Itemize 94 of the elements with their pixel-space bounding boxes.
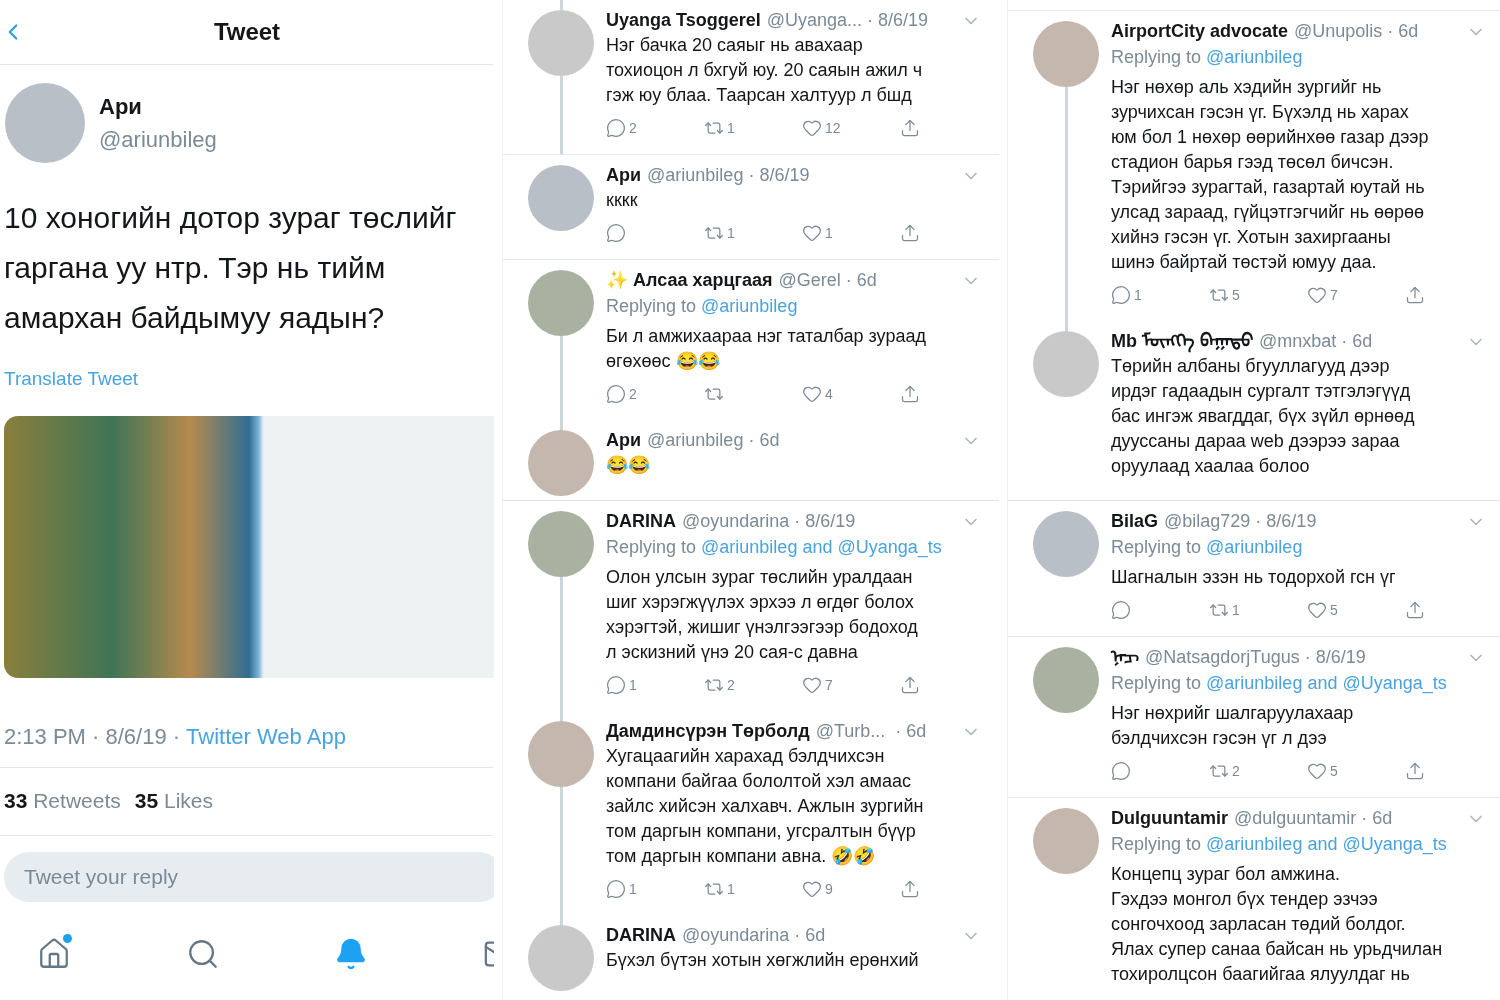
like-icon[interactable] [802, 675, 822, 695]
reply-text: Нэг бачка 20 саяыг нь авахаар тохиоцон л бхгуй юу. 20 саяын ажил ч гэж юу блаа. Таарсан халтуур л бшд [606, 34, 924, 107]
like-count: 9 [825, 879, 833, 899]
replying-label: Replying to [606, 536, 697, 559]
handle-time: @Uyanga... · 8/6/19 [766, 9, 929, 32]
handle-time: @NatsagdorjTugus · 8/6/19 [1145, 646, 1366, 669]
reply-icon[interactable] [1111, 761, 1131, 781]
retweet-count: 1 [727, 118, 735, 138]
like-count: 4 [825, 384, 833, 404]
reply-count: 1 [629, 879, 637, 899]
user-name[interactable]: ✨ Алсаа харцгаая [606, 267, 773, 294]
reply-icon[interactable] [606, 384, 626, 404]
stat-count[interactable]: 35 Likes [134, 785, 213, 817]
retweet-count: 5 [1232, 285, 1240, 305]
reply-text: Бүхэл бүтэн хотын хөгжлийн ерөнхий [606, 949, 920, 972]
replying-label: Replying to [1111, 46, 1202, 69]
share-icon[interactable] [900, 223, 920, 243]
user-name[interactable]: Dulguuntamir [1111, 805, 1228, 832]
tweet-text: 10 хоногийн дотор зураг төслийг гаргана уу нтр. Тэр нь тийм амархан байдымуу яадын? [3, 200, 458, 336]
like-icon[interactable] [802, 223, 822, 243]
share-icon[interactable] [900, 879, 920, 899]
user-name[interactable]: DARINA [606, 922, 676, 949]
like-icon[interactable] [1307, 600, 1327, 620]
share-icon[interactable] [900, 118, 920, 138]
handle-time: @Turb... · 6d [815, 720, 927, 743]
retweet-count: 1 [1232, 600, 1240, 620]
user-name[interactable]: Мb ᠮᠥᠩᠬᠡ ᠪᠠᠭᠠᠲᠤ [1111, 328, 1253, 355]
reply-text: Шагналын эзэн нь тодорхой гсн үг [1111, 566, 1397, 589]
share-icon[interactable] [900, 675, 920, 695]
user-name[interactable]: BilaG [1111, 508, 1158, 535]
like-count: 5 [1330, 761, 1338, 781]
user-name[interactable]: Дамдинсүрэн Төрболд [606, 718, 810, 745]
reply-text: Нэг нөхрийг шалгаруулахаар бэлдчихсэн гэсэн үг л дээ [1111, 702, 1355, 750]
like-icon[interactable] [802, 384, 822, 404]
reply-text: Нэг нөхөр аль хэдийн зургийг нь зурчихсан гэсэн үг. Бүхэлд нь харах юм бол 1 нөхөр өөрийнхөө газар дээр стадион барья гээд төсөл бичсэн. Тэрийгээ зурагтай, газартай юутай нь улсад зараад, гүйцэтгэгчийг нь өөрөө хийнэ гэсэн үг. Хотын захиргааны шинэ байртай төстэй юмуу даа. [1111, 76, 1430, 274]
user-name[interactable]: Ари [606, 427, 642, 454]
like-icon[interactable] [1307, 761, 1327, 781]
retweet-count: 1 [727, 879, 735, 899]
replying-label: Replying to [606, 295, 697, 318]
handle-time: @oyundarina · 6d [682, 924, 826, 947]
reply-icon[interactable] [1111, 600, 1131, 620]
reply-count: 1 [1134, 285, 1142, 305]
like-count: 7 [825, 675, 833, 695]
reply-text: Олон улсын зураг төслийн уралдаан шиг хэрэгжүүлэх эрхээ л өгдөг болох хэрэгтэй, жишиг үнэлгээгээр бодоход л эскизний үнэ 20 сая-с давна [606, 566, 919, 664]
replying-label: Replying to [1111, 672, 1202, 695]
like-count: 1 [825, 223, 833, 243]
retweet-count: 1 [727, 223, 735, 243]
reply-text: Концепц зураг бол амжина. Гэхдээ монгол бүх тендер эзчээ сонгочхоод зарласан төдий болдог. Ялах супер санаа байсан нь урьдчилан тохиролцсон баагийгаа ялуулдаг нь [1111, 863, 1444, 986]
like-icon[interactable] [802, 118, 822, 138]
like-icon[interactable] [1307, 285, 1327, 305]
reply-text: кккк [606, 189, 639, 212]
user-name[interactable]: AirportCity advocate [1111, 18, 1289, 45]
reply-icon[interactable] [606, 675, 626, 695]
reply-icon[interactable] [606, 223, 626, 243]
header-title: Tweet [213, 17, 281, 47]
like-count: 7 [1330, 285, 1338, 305]
user-name[interactable]: Ари [606, 162, 642, 189]
reply-text: Төрийн албаны бгууллагууд дээр ирдэг гадаадын сургалт тэтгэлэгүүд бас ингэж явагддаг, бүх зүйл өрнөөд дууссаны дараа web дээрээ зараа оруулаад хаалаа болоо [1111, 355, 1416, 478]
handle-time: @oyundarina · 8/6/19 [682, 510, 856, 533]
retweet-count: 2 [1232, 761, 1240, 781]
reply-count: 2 [629, 384, 637, 404]
replying-label: Replying to [1111, 536, 1202, 559]
author-handle: @ariunbileg [99, 126, 217, 154]
handle-time: @Gerel · 6d [778, 269, 877, 292]
retweet-count: 2 [727, 675, 735, 695]
reply-count: 2 [629, 118, 637, 138]
reply-icon[interactable] [1111, 285, 1131, 305]
user-name[interactable]: DARINA [606, 508, 676, 535]
reply-field[interactable]: Tweet your reply [4, 851, 494, 902]
reply-text: 😂😂 [606, 454, 651, 477]
handle-time: @Unupolis · 6d [1294, 20, 1419, 43]
like-icon[interactable] [802, 879, 822, 899]
share-icon[interactable] [1405, 600, 1425, 620]
reply-text: Би л амжихаараа нэг таталбар зураад өгөхөөс 😂😂 [606, 325, 927, 373]
reply-icon[interactable] [606, 879, 626, 899]
reply-text: Хугацаагийн харахад бэлдчихсэн компани байгаа бололтой хэл амаас зайлс хийсэн халхавч. Ажлын зургийн том даргын компани, угсралтын бүүр том даргын компани авна. 🤣🤣 [606, 745, 925, 868]
replying-label: Replying to [1111, 833, 1202, 856]
user-name[interactable]: ᠨᠠᠴ [1111, 644, 1139, 671]
reply-count: 1 [629, 675, 637, 695]
share-icon[interactable] [1405, 761, 1425, 781]
author-name: Ари [99, 93, 143, 121]
stat-count[interactable]: 33 Retweets [4, 785, 121, 817]
tweet-timestamp: 2:13 PM · 8/6/19 · [4, 722, 181, 751]
like-count: 12 [825, 118, 841, 138]
handle-time: @ariunbileg · 6d [647, 429, 780, 452]
handle-time: @ariunbileg · 8/6/19 [647, 164, 810, 187]
user-name[interactable]: Uyanga Tsoggerel [606, 7, 761, 34]
handle-time: @dulguuntamir · 6d [1234, 807, 1393, 830]
share-icon[interactable] [900, 384, 920, 404]
handle-time: @bilag729 · 8/6/19 [1164, 510, 1317, 533]
reply-icon[interactable] [606, 118, 626, 138]
handle-time: @mnxbat · 6d [1259, 330, 1373, 353]
like-count: 5 [1330, 600, 1338, 620]
share-icon[interactable] [1405, 285, 1425, 305]
